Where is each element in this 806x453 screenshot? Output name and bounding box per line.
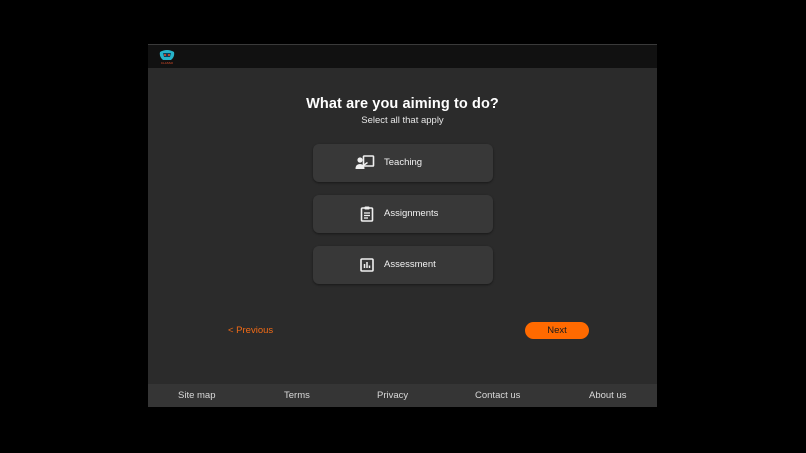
footer-link-site-map[interactable]: Site map (178, 390, 216, 401)
footer-link-about-us[interactable]: About us (589, 390, 627, 401)
option-teaching[interactable]: Teaching (313, 144, 493, 182)
footer: Site map Terms Privacy Contact us About … (148, 384, 657, 407)
option-label: Assignments (384, 208, 439, 219)
footer-link-privacy[interactable]: Privacy (377, 390, 408, 401)
footer-link-terms[interactable]: Terms (284, 390, 310, 401)
footer-link-contact-us[interactable]: Contact us (475, 390, 520, 401)
option-label: Assessment (384, 259, 436, 270)
option-label: Teaching (384, 157, 423, 168)
next-button[interactable]: Next (525, 322, 589, 339)
previous-link[interactable]: < Previous (228, 325, 273, 336)
option-assessment[interactable]: Assessment (313, 246, 493, 284)
brand-logo-text: CLASSO (160, 61, 174, 65)
page-title: What are you aiming to do? (306, 96, 499, 112)
app-panel: CLASSO What are you aiming to do? Select… (148, 44, 657, 407)
top-bar: CLASSO (148, 44, 657, 68)
option-assignments[interactable]: Assignments (313, 195, 493, 233)
teaching-icon (355, 155, 375, 169)
clipboard-icon (360, 206, 374, 222)
page-subtitle: Select all that apply (361, 115, 444, 126)
chart-icon (360, 258, 374, 272)
